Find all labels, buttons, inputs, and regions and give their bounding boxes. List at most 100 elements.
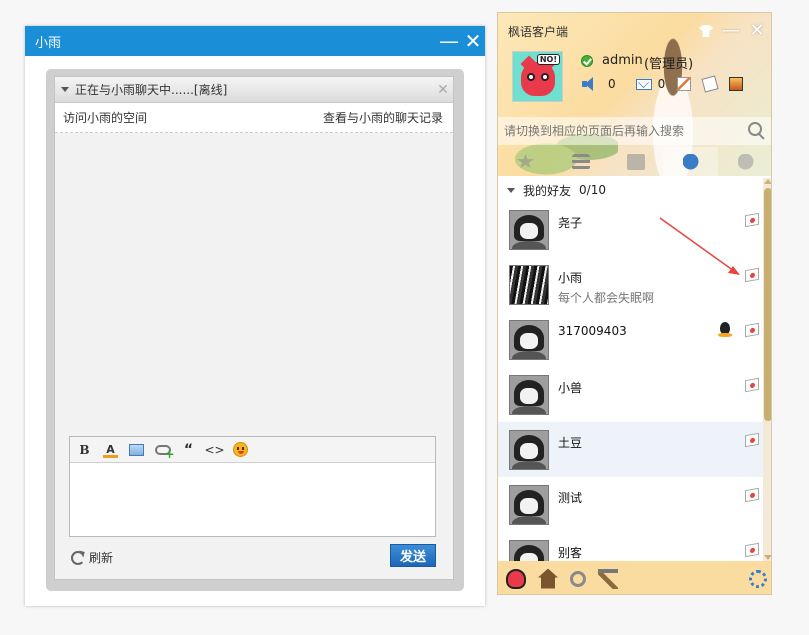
photo-icon[interactable] bbox=[729, 77, 744, 91]
code-icon[interactable]: <> bbox=[204, 441, 224, 458]
quote-icon[interactable]: “ bbox=[180, 441, 197, 458]
chat-status-title: 正在与小雨聊天中......[离线] bbox=[75, 83, 228, 97]
refresh-label: 刷新 bbox=[89, 551, 114, 565]
font-color-icon[interactable]: A bbox=[102, 441, 119, 458]
message-icon[interactable] bbox=[745, 322, 759, 338]
bold-icon[interactable]: B bbox=[76, 441, 93, 458]
edit-icon[interactable] bbox=[677, 77, 692, 91]
send-button[interactable]: 发送 bbox=[390, 544, 436, 567]
client-tabs bbox=[498, 147, 771, 176]
search-bar bbox=[498, 117, 771, 145]
tab-box[interactable] bbox=[608, 147, 663, 176]
skin-icon[interactable] bbox=[699, 25, 713, 37]
minimize-icon[interactable]: — bbox=[437, 29, 461, 53]
sound-count: 0 bbox=[608, 77, 616, 91]
refresh-icon bbox=[71, 550, 85, 565]
box-icon bbox=[626, 153, 645, 170]
friend-avatar bbox=[509, 265, 549, 305]
message-input[interactable] bbox=[70, 463, 435, 536]
user-name: admin bbox=[602, 53, 643, 68]
minimize-icon[interactable]: — bbox=[719, 19, 743, 43]
friend-list-scrollbar[interactable] bbox=[763, 178, 771, 561]
visit-space-link[interactable]: 访问小雨的空间 bbox=[63, 109, 147, 126]
message-icon[interactable] bbox=[745, 267, 759, 283]
friend-item[interactable]: 小雨 每个人都会失眠啊 bbox=[498, 257, 763, 312]
note-icon[interactable] bbox=[701, 75, 719, 93]
chat-links-bar: 访问小雨的空间 查看与小雨的聊天记录 bbox=[55, 103, 453, 133]
friend-name: 小雨 bbox=[558, 271, 583, 285]
friend-signature: 每个人都会失眠啊 bbox=[558, 291, 655, 305]
friend-list: 我的好友 0/10 尧子 小雨 每个人都会失眠啊 317009403 小兽 土豆… bbox=[498, 178, 763, 561]
friend-name: 别客 bbox=[558, 546, 583, 560]
chat-frame: 正在与小雨聊天中......[离线] ✕ 访问小雨的空间 查看与小雨的聊天记录 … bbox=[46, 69, 464, 591]
mail-count: 0 bbox=[657, 77, 666, 91]
scroll-thumb[interactable] bbox=[764, 188, 771, 421]
message-icon[interactable] bbox=[745, 487, 759, 503]
group-name: 我的好友 bbox=[523, 183, 572, 198]
client-window: 枫语客户端 — ✕ NO! admin (管理员) 0 0 请切换到相应的页面后… bbox=[497, 12, 772, 595]
close-icon[interactable]: ✕ bbox=[745, 19, 769, 43]
scroll-down-icon[interactable] bbox=[764, 555, 771, 560]
client-window-controls: — ✕ bbox=[699, 19, 769, 43]
friend-item[interactable]: 317009403 bbox=[498, 312, 763, 367]
tab-groups[interactable] bbox=[718, 147, 771, 176]
app-logo-icon[interactable] bbox=[506, 568, 526, 589]
chat-panel-header[interactable]: 正在与小雨聊天中......[离线] ✕ bbox=[55, 77, 453, 103]
mail-icon[interactable] bbox=[635, 78, 652, 90]
collapse-triangle-icon[interactable] bbox=[61, 87, 69, 92]
message-icon[interactable] bbox=[745, 432, 759, 448]
close-icon[interactable]: ✕ bbox=[461, 29, 485, 53]
friend-item[interactable]: 尧子 bbox=[498, 202, 763, 257]
message-icon[interactable] bbox=[745, 212, 759, 228]
chat-panel: 正在与小雨聊天中......[离线] ✕ 访问小雨的空间 查看与小雨的聊天记录 … bbox=[54, 76, 454, 580]
list-icon bbox=[571, 153, 590, 170]
user-avatar[interactable]: NO! bbox=[512, 51, 563, 102]
view-history-link[interactable]: 查看与小雨的聊天记录 bbox=[323, 109, 443, 126]
editor-toolbar: B A “ <> bbox=[70, 437, 435, 463]
chat-window-title: 小雨 bbox=[35, 35, 62, 51]
star-icon bbox=[516, 153, 535, 169]
tab-list[interactable] bbox=[553, 147, 608, 176]
panel-close-icon[interactable]: ✕ bbox=[433, 82, 453, 98]
home-icon[interactable] bbox=[538, 568, 558, 589]
friend-avatar bbox=[509, 375, 549, 415]
insert-image-icon[interactable] bbox=[128, 441, 145, 458]
friend-name: 尧子 bbox=[558, 216, 583, 230]
gear-icon[interactable] bbox=[749, 569, 767, 588]
client-header: 枫语客户端 — ✕ NO! admin (管理员) 0 0 bbox=[498, 13, 771, 176]
refresh-button[interactable]: 刷新 bbox=[71, 549, 113, 566]
online-status-icon[interactable] bbox=[581, 55, 593, 67]
search-input[interactable] bbox=[498, 118, 747, 144]
scroll-up-icon[interactable] bbox=[764, 179, 771, 184]
friend-name: 317009403 bbox=[558, 324, 627, 338]
qq-penguin-icon[interactable] bbox=[718, 322, 732, 338]
message-icon[interactable] bbox=[745, 542, 759, 558]
friend-group-header[interactable]: 我的好友 0/10 bbox=[498, 178, 763, 202]
user-icon bbox=[682, 153, 699, 170]
friend-item[interactable]: 土豆 bbox=[498, 422, 763, 477]
speaker-icon[interactable] bbox=[582, 77, 598, 91]
friend-avatar bbox=[509, 320, 549, 360]
friend-item[interactable]: 小兽 bbox=[498, 367, 763, 422]
chat-window: 小雨 — ✕ 正在与小雨聊天中......[离线] ✕ 访问小雨的空间 查看与小… bbox=[25, 26, 485, 606]
friend-item[interactable]: 测试 bbox=[498, 477, 763, 532]
collapse-triangle-icon bbox=[507, 187, 515, 193]
client-title: 枫语客户端 bbox=[508, 25, 569, 39]
insert-link-icon[interactable] bbox=[154, 441, 175, 461]
friend-avatar bbox=[509, 430, 549, 470]
tools-icon[interactable] bbox=[598, 568, 618, 589]
group-count: 0/10 bbox=[579, 183, 606, 197]
friend-avatar bbox=[509, 485, 549, 525]
search-icon[interactable] bbox=[570, 570, 586, 587]
friend-item[interactable]: 别客 bbox=[498, 532, 763, 561]
chat-titlebar[interactable]: 小雨 — ✕ bbox=[25, 26, 485, 56]
emoji-icon[interactable] bbox=[232, 441, 249, 458]
tab-friends[interactable] bbox=[663, 147, 718, 176]
client-bottom-bar bbox=[498, 561, 771, 594]
search-icon[interactable] bbox=[747, 121, 767, 141]
friend-name: 小兽 bbox=[558, 381, 583, 395]
users-icon bbox=[737, 153, 754, 170]
friend-name: 测试 bbox=[558, 491, 583, 505]
tab-favorites[interactable] bbox=[498, 147, 553, 176]
message-icon[interactable] bbox=[745, 377, 759, 393]
